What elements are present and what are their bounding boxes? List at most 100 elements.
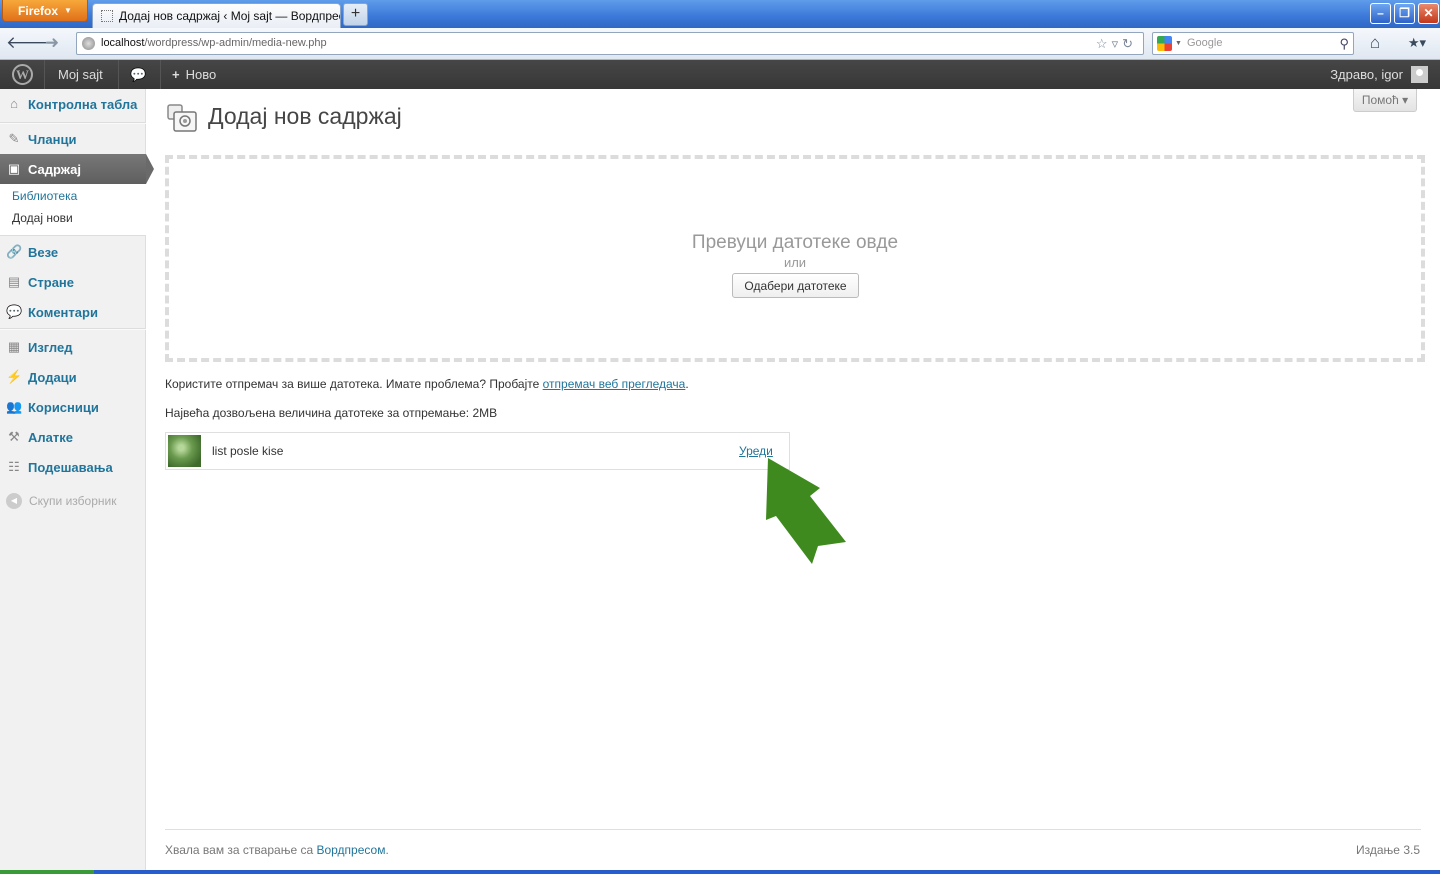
- footer-version: Издање 3.5: [1356, 843, 1420, 857]
- sidebar-item-media[interactable]: ▣ Садржај: [0, 154, 154, 184]
- sidebar-item-label: Алатке: [28, 429, 73, 445]
- firefox-menu-button[interactable]: Firefox ▼: [2, 0, 88, 22]
- uploader-info-end: .: [685, 377, 689, 391]
- media-library-icon: [167, 104, 197, 132]
- drop-instructions: Превуци датотеке овде: [691, 232, 899, 253]
- back-arrow-icon[interactable]: 🡐: [6, 33, 52, 55]
- admin-bar-divider: [160, 60, 161, 89]
- sidebar-item-label: Стране: [28, 274, 75, 290]
- sidebar-item-tools[interactable]: ⚒ Алатке: [0, 422, 146, 452]
- settings-icon: ☷: [8, 459, 20, 474]
- bookmark-star-icon[interactable]: ☆▿↻: [1096, 33, 1137, 54]
- sidebar-item-label: Коментари: [28, 304, 98, 320]
- sidebar-item-label: Подешавања: [28, 459, 113, 475]
- help-label: Помоћ: [1361, 93, 1399, 107]
- page-icon: ▤: [7, 274, 21, 289]
- admin-bar-divider: [44, 60, 45, 89]
- search-icon[interactable]: ⚲: [1339, 33, 1349, 54]
- start-button[interactable]: [0, 870, 94, 874]
- footer-thanks-text: Хвала вам за стварање са: [165, 843, 317, 857]
- sidebar-item-comments[interactable]: 💬 Коментари: [0, 297, 146, 327]
- pin-icon: ✎: [8, 131, 20, 146]
- home-icon[interactable]: ⌂: [1364, 33, 1386, 55]
- annotation-arrow-icon: [766, 458, 846, 564]
- sidebar-item-plugins[interactable]: ⚡ Додаци: [0, 362, 146, 392]
- submenu-item-library[interactable]: Библиотека: [12, 189, 77, 203]
- wordpress-logo-icon[interactable]: W: [10, 60, 34, 89]
- appearance-icon: ▦: [7, 339, 21, 354]
- comment-bubble-icon[interactable]: 💬: [130, 60, 146, 89]
- url-bar[interactable]: localhost/wordpress/wp-admin/media-new.p…: [76, 32, 1144, 55]
- restore-icon[interactable]: ❐: [1394, 3, 1415, 24]
- collapse-arrow-icon: ◀: [6, 493, 22, 509]
- admin-sidebar: ⌂ Контролна табла ✎ Чланци ▣ Садржај Биб…: [0, 89, 154, 870]
- media-filename: list posle kise: [212, 444, 284, 458]
- search-placeholder: Google: [1187, 37, 1223, 49]
- admin-bar-new-button[interactable]: + Ново: [172, 60, 216, 89]
- media-thumbnail: [168, 435, 201, 467]
- close-icon[interactable]: ✕: [1418, 3, 1439, 24]
- submenu-item-add-new[interactable]: Додај нови: [12, 211, 73, 225]
- sidebar-item-dashboard[interactable]: ⌂ Контролна табла: [0, 89, 146, 119]
- sidebar-item-label: Корисници: [28, 399, 99, 415]
- plus-icon: +: [172, 67, 180, 82]
- browser-tab[interactable]: Додај нов садржај ‹ Moj sajt — Вордпрес: [92, 3, 341, 28]
- menu-separator: [0, 328, 146, 330]
- home-icon: ⌂: [10, 96, 18, 111]
- greeting-text: Здраво, igor: [1330, 67, 1403, 82]
- forward-arrow-icon[interactable]: ➜: [40, 33, 64, 55]
- sidebar-item-label: Додаци: [28, 369, 77, 385]
- google-icon[interactable]: [1157, 36, 1172, 51]
- footer-thanks: Хвала вам за стварање са Вордпресом.: [165, 843, 389, 857]
- help-button[interactable]: Помоћ ▾: [1353, 89, 1417, 112]
- new-tab-button[interactable]: +: [343, 3, 368, 26]
- collapse-menu-button[interactable]: ◀ Скупи изборник: [6, 493, 116, 509]
- uploader-info-text: Користите отпремач за више датотека. Има…: [165, 377, 543, 391]
- wp-admin-bar: W Moj sajt 💬 + Ново Здраво, igor: [0, 60, 1440, 89]
- plugin-icon: ⚡: [6, 369, 23, 384]
- sidebar-item-label: Везе: [28, 244, 59, 260]
- browser-navbar: 🡐 ➜ localhost/wordpress/wp-admin/media-n…: [0, 28, 1440, 60]
- globe-icon: [82, 37, 95, 50]
- select-files-button[interactable]: Одабери датотеке: [732, 273, 859, 298]
- comment-icon: 💬: [6, 304, 23, 319]
- sidebar-item-appearance[interactable]: ▦ Изглед: [0, 332, 146, 362]
- sidebar-item-posts[interactable]: ✎ Чланци: [0, 124, 146, 154]
- sidebar-item-users[interactable]: 👥 Корисници: [0, 392, 146, 422]
- sidebar-item-links[interactable]: 🔗 Везе: [0, 237, 146, 267]
- firefox-menu-label: Firefox: [18, 3, 59, 18]
- os-taskbar: [0, 870, 1440, 874]
- media-submenu: Библиотека Додај нови: [0, 184, 146, 236]
- search-input[interactable]: ▼ Google ⚲: [1152, 32, 1354, 55]
- wordpress-link[interactable]: Вордпресом: [316, 843, 385, 857]
- sidebar-item-pages[interactable]: ▤ Стране: [0, 267, 146, 297]
- sidebar-item-settings[interactable]: ☷ Подешавања: [0, 452, 146, 482]
- admin-bar-divider: [118, 60, 119, 89]
- admin-bar-site-name[interactable]: Moj sajt: [58, 60, 103, 89]
- max-upload-size: Највећа дозвољена величина датотеке за о…: [165, 406, 498, 420]
- sidebar-item-label: Изглед: [28, 339, 73, 355]
- admin-bar-user-menu[interactable]: Здраво, igor: [1330, 60, 1428, 89]
- tools-icon: ⚒: [8, 429, 20, 444]
- sidebar-item-label: Чланци: [28, 131, 77, 147]
- bookmarks-icon[interactable]: ★▾: [1400, 34, 1434, 54]
- users-icon: 👥: [6, 399, 23, 414]
- page-favicon-icon: [101, 10, 113, 22]
- drop-or-text: или: [783, 255, 807, 270]
- browser-titlebar: Firefox ▼ Додај нов садржај ‹ Moj sajt —…: [0, 0, 1440, 28]
- browser-uploader-link[interactable]: отпремач веб прегледача: [543, 377, 686, 391]
- link-icon: 🔗: [6, 244, 23, 259]
- minimize-icon[interactable]: –: [1370, 3, 1391, 24]
- url-host: localhost: [101, 37, 145, 49]
- edit-media-link[interactable]: Уреди: [739, 444, 773, 458]
- tab-title: Додај нов садржај ‹ Moj sajt — Вордпрес: [119, 9, 341, 23]
- page-title: Додај нов садржај: [208, 103, 402, 129]
- url-path: /wordpress/wp-admin/media-new.php: [144, 37, 327, 49]
- avatar: [1411, 66, 1428, 83]
- footer-thanks-end: .: [385, 843, 389, 857]
- uploader-info: Користите отпремач за више датотека. Има…: [165, 377, 689, 391]
- sidebar-item-label: Контролна табла: [28, 96, 138, 112]
- chevron-down-icon: ▼: [1175, 40, 1182, 47]
- drag-drop-area[interactable]: Превуци датотеке овде или Одабери датоте…: [165, 155, 1425, 362]
- sidebar-item-label: Садржај: [28, 161, 82, 177]
